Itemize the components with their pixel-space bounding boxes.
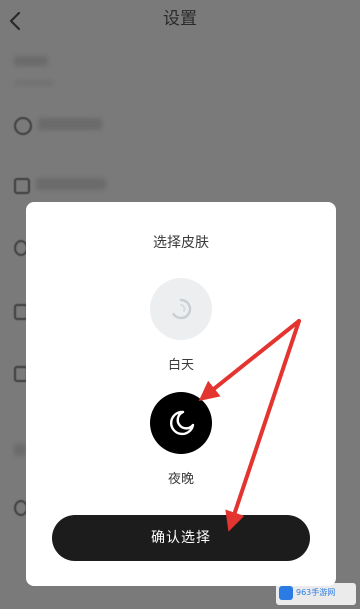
settings-row-icon (14, 178, 30, 194)
settings-row-blur (14, 56, 48, 66)
settings-row-icon (14, 117, 32, 135)
settings-row-blur (38, 118, 102, 130)
theme-option-label: 夜晚 (167, 472, 194, 487)
skin-select-dialog: 选择皮肤 白天 夜晚 确认选择 (26, 202, 336, 586)
moon-icon[interactable] (150, 392, 212, 454)
settings-row-blur (36, 178, 106, 190)
theme-option-day[interactable]: 白天 (26, 276, 336, 386)
watermark-logo-icon (279, 586, 293, 600)
watermark-text: 963手游网 (296, 588, 336, 597)
confirm-button[interactable]: 确认选择 (52, 515, 310, 561)
theme-option-night[interactable]: 夜晚 (26, 390, 336, 500)
dialog-title: 选择皮肤 (153, 235, 209, 251)
settings-row-blur (14, 80, 54, 86)
app-bar: 设置 (0, 0, 360, 42)
settings-row-blur (14, 444, 26, 456)
page-title: 设置 (163, 9, 197, 29)
site-watermark: 963手游网 (276, 583, 356, 605)
sun-icon[interactable] (150, 278, 212, 340)
theme-option-label: 白天 (167, 358, 194, 373)
